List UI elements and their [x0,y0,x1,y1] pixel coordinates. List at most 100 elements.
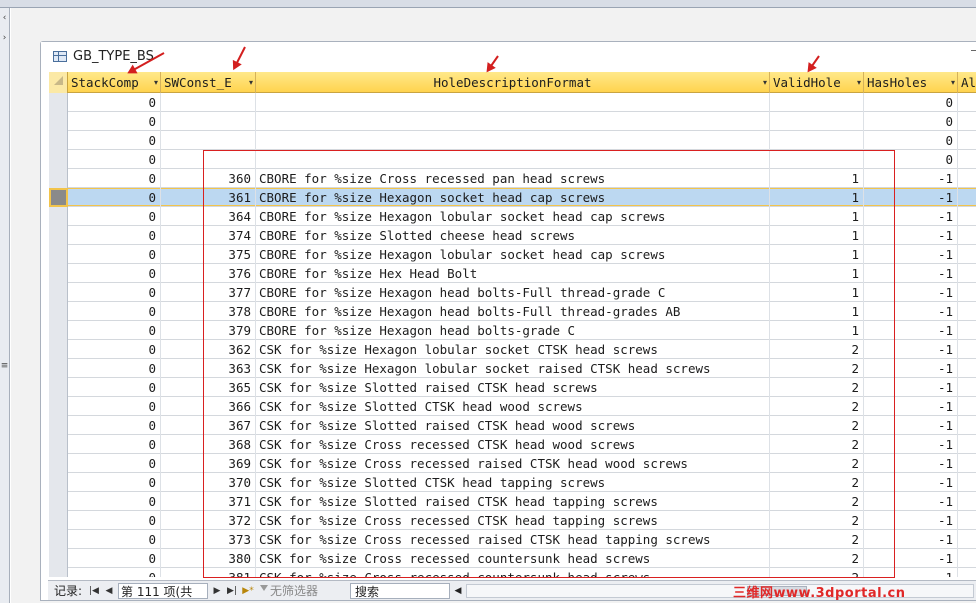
table-row[interactable]: 00 [49,112,976,131]
table-row[interactable]: 0 371 CSK for %size Slotted raised CTSK he… [49,492,976,511]
row-selector[interactable] [49,359,68,378]
cell-holedescription[interactable]: CBORE for %size Hexagon head bolts-grade… [256,321,770,340]
cell-swconst[interactable]: 378 [161,302,256,321]
cell-validhole[interactable]: 2 [770,511,864,530]
row-selector[interactable] [49,302,68,321]
scroll-left-icon[interactable]: ◀ [452,583,464,599]
cell-holedescription[interactable]: CBORE for %size Cross recessed pan head … [256,169,770,188]
new-record-button[interactable]: ▶* [242,583,254,599]
table-row[interactable]: 0 380 CSK for %size Cross recessed counter… [49,549,976,568]
cell-swconst[interactable]: 368 [161,435,256,454]
cell-hasholes[interactable]: -1 [864,207,958,226]
cell-stackcomp[interactable]: 0 [68,207,161,226]
table-row[interactable]: 0 368 CSK for %size Cross recessed CTSK he… [49,435,976,454]
cell-al[interactable] [958,530,976,549]
cell-al[interactable] [958,549,976,568]
cell-holedescription[interactable]: CSK for %size Slotted raised CTSK head w… [256,416,770,435]
cell-validhole[interactable]: 2 [770,454,864,473]
cell-stackcomp[interactable]: 0 [68,112,161,131]
cell-validhole[interactable]: 1 [770,264,864,283]
row-selector[interactable] [49,226,68,245]
cell-stackcomp[interactable]: 0 [68,283,161,302]
row-selector[interactable] [49,245,68,264]
cell-holedescription[interactable]: CSK for %size Cross recessed countersunk… [256,549,770,568]
cell-hasholes[interactable]: -1 [864,188,958,207]
row-selector[interactable] [49,530,68,549]
cell-swconst[interactable]: 379 [161,321,256,340]
cell-holedescription[interactable]: CSK for %size Slotted raised CTSK head t… [256,492,770,511]
cell-stackcomp[interactable]: 0 [68,511,161,530]
row-selector[interactable] [49,435,68,454]
cell-al[interactable] [958,568,976,577]
cell-holedescription[interactable] [256,131,770,150]
cell-al[interactable] [958,264,976,283]
table-row[interactable]: 0 369 CSK for %size Cross recessed raised … [49,454,976,473]
cell-swconst[interactable]: 369 [161,454,256,473]
cell-swconst[interactable]: 376 [161,264,256,283]
table-row[interactable]: 00 [49,131,976,150]
row-selector[interactable] [49,492,68,511]
cell-hasholes[interactable]: -1 [864,264,958,283]
cell-holedescription[interactable] [256,150,770,169]
cell-validhole[interactable]: 1 [770,188,864,207]
pane-scroll-icon[interactable]: ‹ [0,14,9,23]
next-record-button[interactable]: ▶ [211,583,223,599]
table-row[interactable]: 0 367 CSK for %size Slotted raised CTSK he… [49,416,976,435]
cell-swconst[interactable]: 371 [161,492,256,511]
document-tab[interactable]: GB_TYPE_BS [41,42,976,70]
cell-hasholes[interactable]: 0 [864,150,958,169]
cell-holedescription[interactable]: CBORE for %size Hexagon head bolts-Full … [256,283,770,302]
table-row[interactable]: 0 379 CBORE for %size Hexagon head bolts-g… [49,321,976,340]
cell-hasholes[interactable]: -1 [864,340,958,359]
cell-swconst[interactable]: 374 [161,226,256,245]
cell-al[interactable] [958,473,976,492]
table-row[interactable]: 0 373 CSK for %size Cross recessed raised … [49,530,976,549]
cell-validhole[interactable] [770,150,864,169]
table-row[interactable]: 0 360 CBORE for %size Cross recessed pan h… [49,169,976,188]
cell-swconst[interactable]: 380 [161,549,256,568]
cell-holedescription[interactable]: CSK for %size Slotted CTSK head wood scr… [256,397,770,416]
cell-swconst[interactable] [161,93,256,112]
cell-validhole[interactable]: 2 [770,340,864,359]
dropdown-arrow-icon[interactable]: ▾ [857,72,861,93]
cell-hasholes[interactable]: -1 [864,169,958,188]
row-selector[interactable] [49,473,68,492]
cell-stackcomp[interactable]: 0 [68,131,161,150]
cell-swconst[interactable]: 363 [161,359,256,378]
navigation-pane-collapsed[interactable]: ‹ › ≡ [0,8,10,603]
cell-al[interactable] [958,454,976,473]
cell-validhole[interactable]: 2 [770,473,864,492]
cell-stackcomp[interactable]: 0 [68,473,161,492]
cell-stackcomp[interactable]: 0 [68,454,161,473]
table-row[interactable]: 00 [49,93,976,112]
cell-swconst[interactable]: 362 [161,340,256,359]
cell-holedescription[interactable]: CBORE for %size Hexagon lobular socket h… [256,207,770,226]
row-selector[interactable] [49,188,68,207]
table-row[interactable]: 0 378 CBORE for %size Hexagon head bolts-F… [49,302,976,321]
cell-holedescription[interactable]: CSK for %size Cross recessed raised CTSK… [256,530,770,549]
cell-swconst[interactable]: 370 [161,473,256,492]
dropdown-arrow-icon[interactable]: ▾ [763,72,767,93]
cell-stackcomp[interactable]: 0 [68,150,161,169]
cell-swconst[interactable] [161,112,256,131]
cell-al[interactable] [958,302,976,321]
cell-stackcomp[interactable]: 0 [68,530,161,549]
table-row[interactable]: 0381CSK for %size Cross recessed counter… [49,568,976,577]
cell-al[interactable] [958,93,976,112]
datasheet-grid[interactable]: StackComp ▾ SWConst_E ▾ HoleDescriptionF… [49,72,976,577]
cell-swconst[interactable]: 367 [161,416,256,435]
table-row[interactable]: 0 365 CSK for %size Slotted raised CTSK he… [49,378,976,397]
dropdown-arrow-icon[interactable]: ▾ [154,72,158,93]
cell-al[interactable] [958,150,976,169]
cell-al[interactable] [958,435,976,454]
cell-stackcomp[interactable]: 0 [68,568,161,577]
cell-validhole[interactable]: 2 [770,549,864,568]
cell-swconst[interactable]: 377 [161,283,256,302]
row-selector[interactable] [49,378,68,397]
table-row[interactable]: 0 376 CBORE for %size Hex Head Bolt 1 -1 [49,264,976,283]
cell-validhole[interactable]: 2 [770,492,864,511]
cell-holedescription[interactable] [256,93,770,112]
row-selector[interactable] [49,549,68,568]
cell-al[interactable] [958,416,976,435]
cell-holedescription[interactable]: CSK for %size Cross recessed CTSK head t… [256,511,770,530]
